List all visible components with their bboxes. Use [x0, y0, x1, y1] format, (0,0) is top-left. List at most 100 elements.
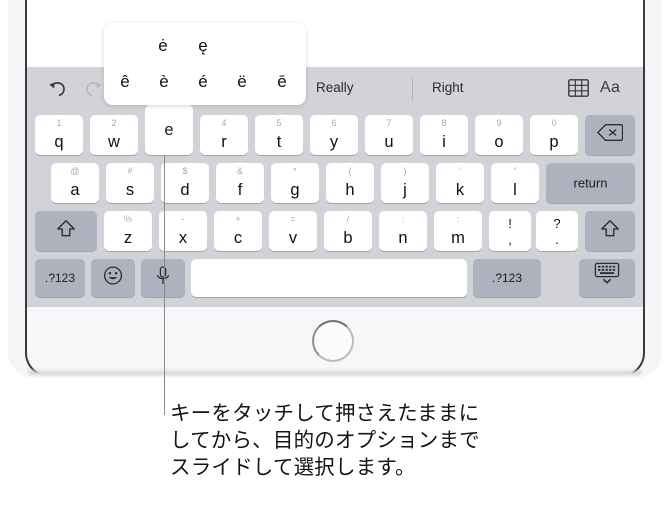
prediction-candidate-1[interactable]: Right: [432, 80, 464, 95]
key-g-symbol: *: [293, 166, 297, 176]
key-w[interactable]: 2 w: [90, 115, 138, 155]
key-shift-left[interactable]: [35, 211, 97, 251]
key-p-number: 0: [551, 118, 557, 128]
key-exclam-label: !: [508, 216, 512, 231]
key-l-symbol: ": [513, 166, 517, 176]
key-i[interactable]: 8 i: [420, 115, 468, 155]
key-numeric-left[interactable]: .?123: [35, 259, 85, 297]
key-n-label: n: [398, 228, 408, 247]
key-o[interactable]: 9 o: [475, 115, 523, 155]
key-period-label: .: [555, 232, 559, 247]
shift-icon: [56, 219, 76, 244]
caption-line-2: してから、目的のオプションまで: [170, 428, 480, 452]
key-k[interactable]: ' k: [436, 163, 484, 203]
key-backspace[interactable]: [585, 115, 635, 155]
key-z-symbol: %: [123, 214, 132, 224]
key-f[interactable]: & f: [216, 163, 264, 203]
key-c-label: c: [233, 228, 243, 247]
accent-option-e-dot[interactable]: ė: [148, 37, 178, 54]
key-m[interactable]: : m: [434, 211, 482, 251]
delete-icon: [596, 124, 624, 147]
key-return-label: return: [573, 175, 608, 191]
key-s-symbol: #: [127, 166, 133, 176]
text-format-button[interactable]: Aa: [600, 79, 620, 97]
caption-line-3: スライドして選択します。: [170, 455, 416, 479]
microphone-icon: [155, 266, 171, 291]
shift-icon: [600, 219, 620, 244]
key-h-label: h: [345, 180, 355, 199]
key-b-label: b: [343, 228, 353, 247]
key-q[interactable]: 1 q: [35, 115, 83, 155]
instruction-caption: キーをタッチして押さえたままに してから、目的のオプションまで スライドして選択…: [170, 400, 590, 481]
key-e[interactable]: e: [145, 105, 193, 155]
key-x[interactable]: - x: [159, 211, 207, 251]
undo-icon[interactable]: [46, 78, 68, 100]
key-t-number: 5: [276, 118, 282, 128]
key-r[interactable]: 4 r: [200, 115, 248, 155]
key-numeric-right-label: .?123: [491, 271, 523, 285]
key-question-period[interactable]: ? .: [536, 211, 578, 251]
key-numeric-left-label: .?123: [44, 271, 76, 285]
key-q-label: q: [54, 132, 64, 151]
caption-line-1: キーをタッチして押さえたままに: [170, 401, 480, 425]
key-y[interactable]: 6 y: [310, 115, 358, 155]
key-a-label: a: [70, 180, 80, 199]
key-u-label: u: [384, 132, 394, 151]
home-button[interactable]: [312, 320, 354, 362]
key-q-number: 1: [56, 118, 62, 128]
key-dictation[interactable]: [141, 259, 185, 297]
key-comma-label: ,: [508, 232, 512, 247]
accent-option-e-macron[interactable]: ē: [267, 73, 297, 90]
redo-icon[interactable]: [83, 78, 105, 100]
key-s[interactable]: # s: [106, 163, 154, 203]
key-b-symbol: /: [346, 214, 350, 224]
key-p[interactable]: 0 p: [530, 115, 578, 155]
key-i-label: i: [442, 132, 446, 151]
key-c[interactable]: + c: [214, 211, 262, 251]
key-return[interactable]: return: [546, 163, 635, 203]
key-numeric-right[interactable]: .?123: [473, 259, 541, 297]
key-u-number: 7: [386, 118, 392, 128]
key-k-label: k: [455, 180, 465, 199]
key-v[interactable]: = v: [269, 211, 317, 251]
accent-option-e-ogonek[interactable]: ę: [188, 37, 218, 54]
key-n-symbol: ;: [401, 214, 405, 224]
key-g[interactable]: * g: [271, 163, 319, 203]
callout-leader-line: [164, 155, 166, 415]
key-b[interactable]: / b: [324, 211, 372, 251]
key-v-symbol: =: [290, 214, 296, 224]
accent-character-popup: ė ę ê è é ë ē: [104, 23, 306, 105]
key-h[interactable]: ( h: [326, 163, 374, 203]
key-y-label: y: [329, 132, 339, 151]
key-f-label: f: [237, 180, 243, 199]
key-z[interactable]: % z: [104, 211, 152, 251]
accent-option-e-grave[interactable]: è: [149, 73, 179, 90]
key-t[interactable]: 5 t: [255, 115, 303, 155]
key-j[interactable]: ) j: [381, 163, 429, 203]
accent-option-e-acute[interactable]: é: [188, 73, 218, 90]
key-emoji[interactable]: [91, 259, 135, 297]
key-l[interactable]: " l: [491, 163, 539, 203]
key-m-symbol: :: [456, 214, 460, 224]
accent-option-e-circumflex[interactable]: ê: [110, 73, 140, 90]
key-hide-keyboard[interactable]: [579, 259, 635, 297]
key-x-symbol: -: [181, 214, 185, 224]
key-e-label: e: [164, 120, 174, 139]
prediction-divider: [412, 78, 413, 101]
hide-keyboard-icon: [593, 262, 621, 289]
key-shift-right[interactable]: [585, 211, 635, 251]
key-f-symbol: &: [236, 166, 243, 176]
prediction-candidate-0[interactable]: Really: [316, 80, 354, 95]
key-a[interactable]: @ a: [51, 163, 99, 203]
key-y-number: 6: [331, 118, 337, 128]
table-icon[interactable]: [568, 79, 589, 97]
accent-option-e-diaeresis[interactable]: ë: [227, 73, 257, 90]
key-k-symbol: ': [459, 166, 461, 176]
key-u[interactable]: 7 u: [365, 115, 413, 155]
key-r-label: r: [221, 132, 227, 151]
key-space[interactable]: [191, 259, 467, 297]
key-d[interactable]: $ d: [161, 163, 209, 203]
key-exclam-comma[interactable]: ! ,: [489, 211, 531, 251]
key-l-label: l: [513, 180, 517, 199]
key-n[interactable]: ; n: [379, 211, 427, 251]
